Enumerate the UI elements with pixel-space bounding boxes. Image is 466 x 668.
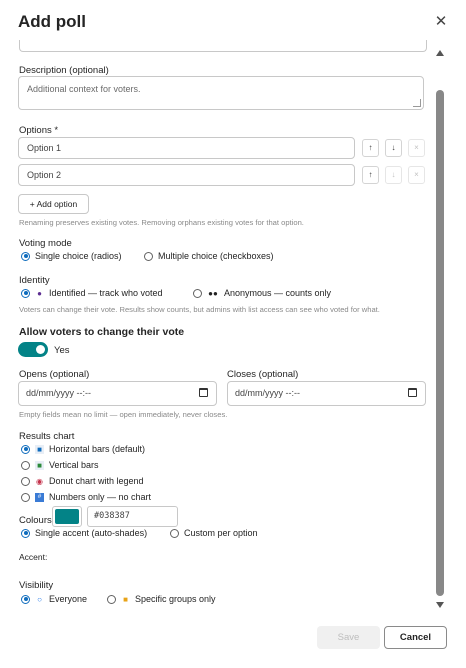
description-textarea[interactable]: Additional context for voters. — [18, 76, 424, 110]
radio-icon[interactable] — [21, 476, 30, 486]
visibility-everyone[interactable]: ○ Everyone — [21, 594, 87, 604]
donut-icon: ◉ — [36, 476, 43, 486]
scroll-up-icon[interactable] — [436, 50, 444, 56]
chart-numbers-only-label: Numbers only — no chart — [49, 492, 152, 502]
radio-selected-icon[interactable] — [21, 288, 30, 298]
glasses-icon: ●● — [208, 288, 218, 298]
results-chart-label: Results chart — [19, 431, 75, 442]
visibility-label: Visibility — [19, 580, 54, 591]
closes-date-input[interactable]: dd/mm/yyyy --:-- — [227, 381, 426, 406]
change-vote-state: Yes — [54, 345, 70, 356]
move-up-button[interactable]: ↑ — [362, 166, 379, 184]
chart-donut[interactable]: ◉ Donut chart with legend — [21, 476, 144, 486]
remove-option-button[interactable]: × — [408, 139, 425, 157]
save-button[interactable]: Save — [317, 626, 380, 649]
radio-icon[interactable] — [170, 528, 179, 538]
numbers-icon: # — [35, 492, 44, 502]
opens-placeholder: dd/mm/yyyy --:-- — [26, 388, 91, 398]
calendar-icon[interactable] — [408, 388, 417, 397]
accent-hex-input[interactable]: #038387 — [87, 506, 178, 527]
move-up-button[interactable]: ↑ — [362, 139, 379, 157]
option-input[interactable]: Option 1 — [18, 137, 355, 159]
bar-chart-icon: ■ — [35, 460, 44, 470]
colours-custom-label: Custom per option — [184, 528, 258, 538]
accent-color-swatch[interactable] — [52, 506, 82, 527]
radio-selected-icon[interactable] — [21, 528, 30, 538]
options-label: Options * — [19, 125, 59, 136]
chart-vertical-bars-label: Vertical bars — [49, 460, 99, 470]
radio-icon[interactable] — [107, 594, 116, 604]
add-option-button[interactable]: + Add option — [18, 194, 89, 214]
voting-mode-single[interactable]: Single choice (radios) — [21, 251, 122, 261]
voting-mode-label: Voting mode — [19, 238, 72, 249]
colours-single-accent-label: Single accent (auto-shades) — [35, 528, 148, 538]
colours-label: Colours — [19, 515, 52, 526]
radio-selected-icon[interactable] — [21, 594, 30, 604]
radio-icon[interactable] — [21, 460, 30, 470]
move-down-button[interactable]: ↓ — [385, 139, 402, 157]
scrollbar[interactable] — [434, 46, 446, 618]
bar-chart-icon: ■ — [35, 444, 44, 454]
options-hint: Renaming preserves existing votes. Remov… — [19, 218, 304, 227]
radio-icon[interactable] — [144, 251, 153, 261]
scroll-down-icon[interactable] — [436, 602, 444, 608]
closes-placeholder: dd/mm/yyyy --:-- — [235, 388, 300, 398]
calendar-icon[interactable] — [199, 388, 208, 397]
dialog-scroll-area: Description (optional) Additional contex… — [0, 40, 434, 618]
identity-anonymous-label: Anonymous — counts only — [224, 288, 332, 298]
voting-mode-single-label: Single choice (radios) — [35, 251, 122, 261]
radio-selected-icon[interactable] — [21, 251, 30, 261]
voting-mode-multiple-label: Multiple choice (checkboxes) — [158, 251, 274, 261]
voting-mode-multiple[interactable]: Multiple choice (checkboxes) — [144, 251, 274, 261]
radio-icon[interactable] — [193, 288, 202, 298]
closes-label: Closes (optional) — [227, 369, 299, 380]
option-input[interactable]: Option 2 — [18, 164, 355, 186]
description-label: Description (optional) — [19, 65, 109, 76]
change-vote-toggle[interactable] — [18, 342, 48, 357]
identity-label: Identity — [19, 275, 50, 286]
visibility-everyone-label: Everyone — [49, 594, 88, 604]
change-vote-label: Allow voters to change their vote — [19, 326, 185, 338]
person-icon: ● — [37, 288, 42, 298]
add-poll-dialog: Add poll ✕ Description (optional) Additi… — [0, 0, 466, 668]
description-placeholder: Additional context for voters. — [27, 84, 141, 94]
accent-color-fill — [55, 509, 79, 524]
cancel-button[interactable]: Cancel — [384, 626, 447, 649]
remove-option-button[interactable]: × — [408, 166, 425, 184]
move-down-button[interactable]: ↓ — [385, 166, 402, 184]
close-icon[interactable]: ✕ — [432, 13, 450, 31]
opens-label: Opens (optional) — [19, 369, 90, 380]
identity-hint: Voters can change their vote. Results sh… — [19, 305, 380, 314]
visibility-specific-groups[interactable]: ■ Specific groups only — [107, 594, 216, 604]
resize-handle-icon[interactable] — [413, 99, 421, 107]
chart-donut-label: Donut chart with legend — [49, 476, 144, 486]
chart-numbers-only[interactable]: # Numbers only — no chart — [21, 492, 151, 502]
question-field-remnant[interactable] — [19, 40, 427, 52]
dialog-title: Add poll — [18, 12, 86, 31]
colours-custom[interactable]: Custom per option — [170, 528, 258, 538]
opens-date-input[interactable]: dd/mm/yyyy --:-- — [18, 381, 217, 406]
radio-icon[interactable] — [21, 492, 30, 502]
colours-single-accent[interactable]: Single accent (auto-shades) — [21, 528, 147, 538]
identity-identified[interactable]: ● Identified — track who voted — [21, 288, 163, 298]
radio-selected-icon[interactable] — [21, 444, 30, 454]
chart-horizontal-bars-label: Horizontal bars (default) — [49, 444, 146, 454]
globe-icon: ○ — [37, 594, 42, 604]
scrollbar-thumb[interactable] — [436, 90, 444, 596]
identity-anonymous[interactable]: ●● Anonymous — counts only — [193, 288, 331, 298]
dates-hint: Empty fields mean no limit — open immedi… — [19, 410, 228, 419]
identity-identified-label: Identified — track who voted — [49, 288, 163, 298]
visibility-specific-groups-label: Specific groups only — [135, 594, 216, 604]
accent-label: Accent: — [19, 552, 48, 562]
lock-icon: ■ — [123, 594, 128, 604]
chart-horizontal-bars[interactable]: ■ Horizontal bars (default) — [21, 444, 145, 454]
chart-vertical-bars[interactable]: ■ Vertical bars — [21, 460, 99, 470]
